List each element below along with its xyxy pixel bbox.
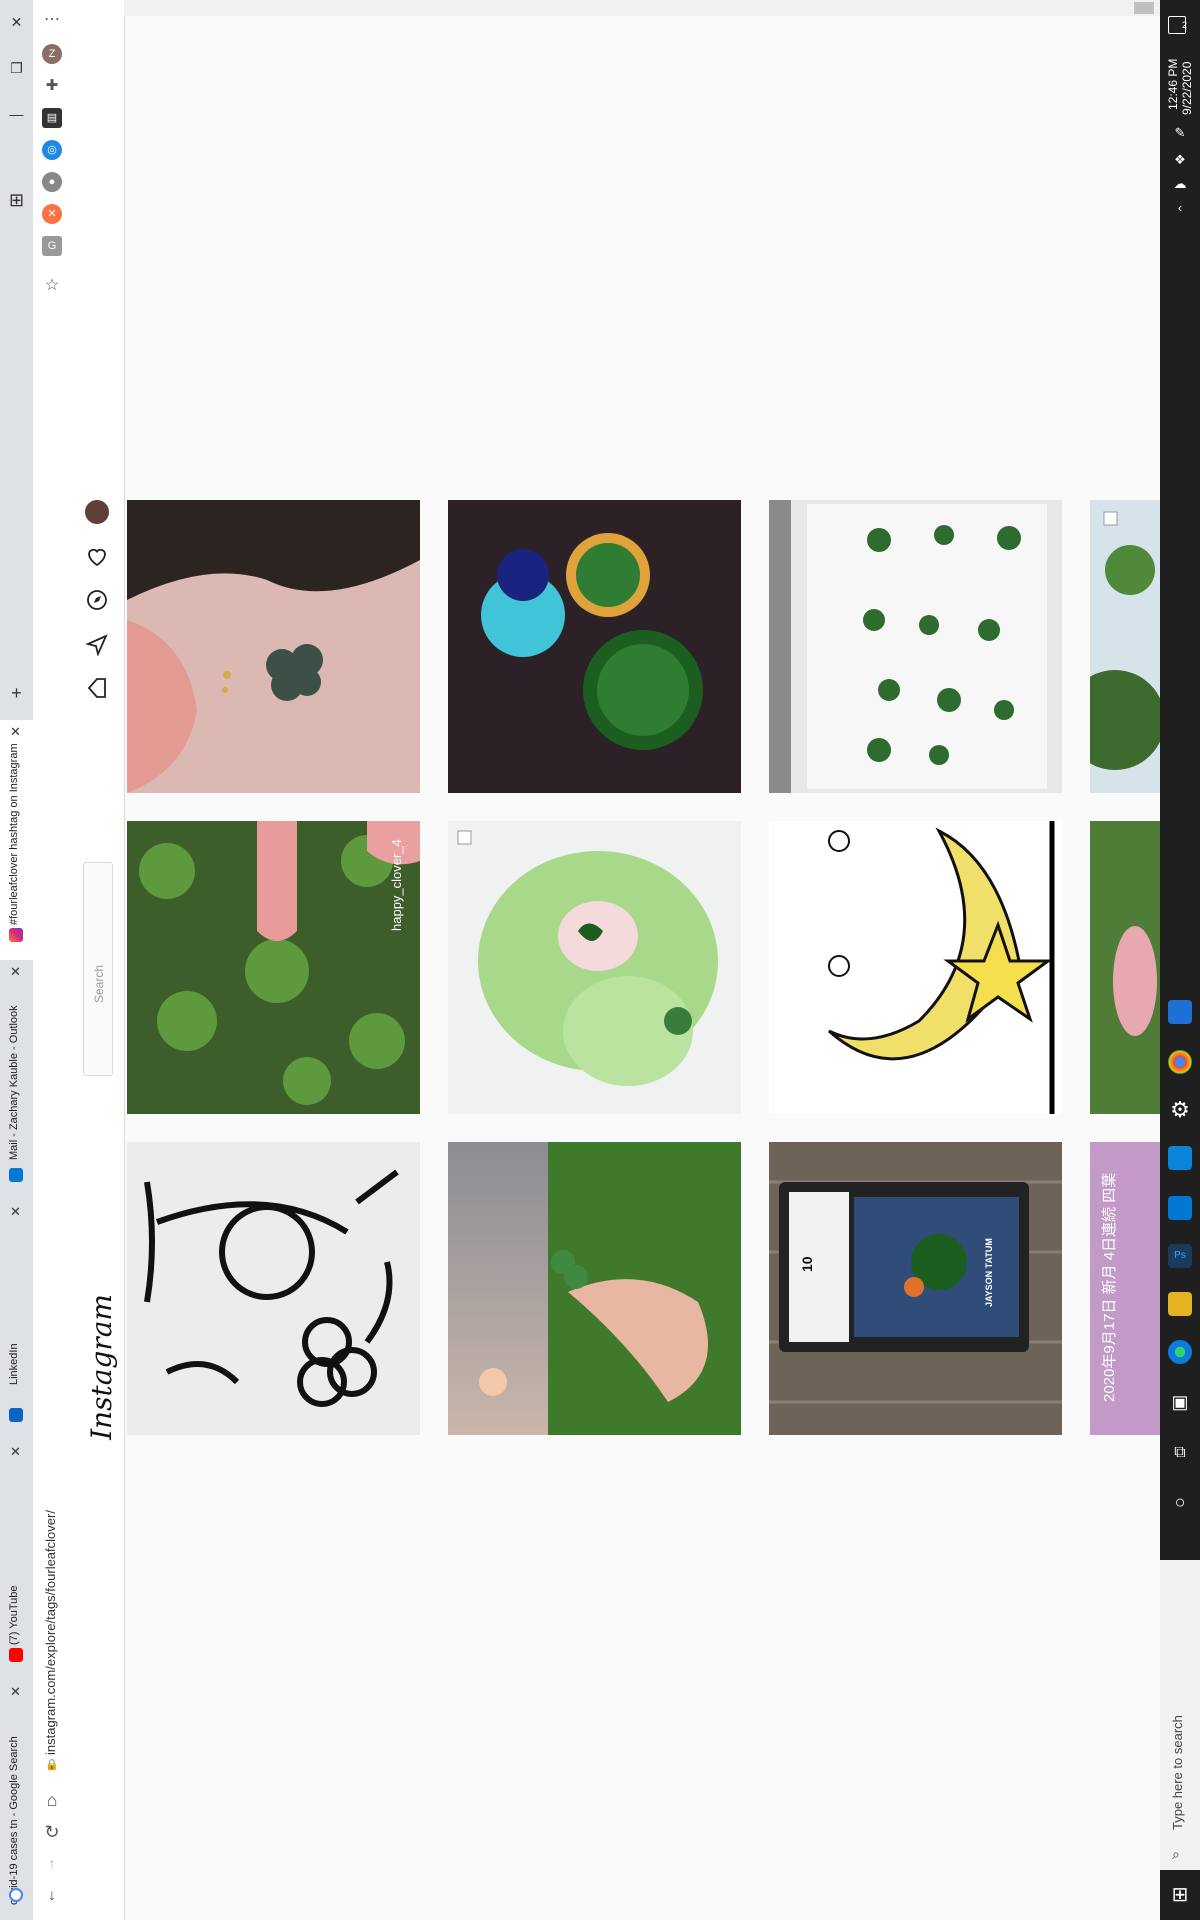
search-placeholder: Search xyxy=(92,964,106,1003)
extension-icon[interactable]: ▤ xyxy=(42,108,62,128)
close-icon[interactable]: ✕ xyxy=(10,1204,21,1220)
photoshop-icon[interactable]: Ps xyxy=(1168,1244,1192,1268)
browser-toolbar: ⋯ Z ✚ ▤ ◎ ● ✕ G ☆ instagram.com/explore/… xyxy=(33,0,72,1920)
google-favicon-icon xyxy=(9,1888,23,1902)
tab-youtube[interactable]: ✕ (7) YouTube xyxy=(0,1440,33,1680)
windows-taskbar: 2 12:46 PM 9/22/2020 ✎ ❖ ☁ ‹ ⚙ Ps ▣ ⧉ ○ … xyxy=(1160,0,1200,1920)
tab-label: LinkedIn xyxy=(8,1343,20,1385)
horizontal-scrollbar[interactable] xyxy=(124,0,1160,16)
start-windows-icon[interactable]: ⊞ xyxy=(1168,1882,1192,1906)
profile-avatar[interactable]: Z xyxy=(42,44,62,64)
address-bar[interactable]: instagram.com/explore/tags/fourleafclove… xyxy=(43,1510,58,1755)
back-icon[interactable]: ↓ xyxy=(42,1886,62,1906)
post-thumbnail[interactable] xyxy=(448,500,741,793)
post-thumbnail[interactable]: 2020年9月17日 新月 4日連続 四葉 xyxy=(1090,1142,1160,1435)
chrome-icon[interactable] xyxy=(1168,1050,1192,1074)
new-tab-button[interactable]: + xyxy=(0,683,33,704)
tab-label: covid-19 cases tn - Google Search xyxy=(8,1736,20,1905)
post-thumbnail[interactable] xyxy=(448,821,741,1114)
instagram-logo[interactable]: Instagram xyxy=(85,1294,118,1440)
post-thumbnail[interactable] xyxy=(769,821,1062,1114)
profile-avatar[interactable] xyxy=(85,500,109,524)
task-view-icon[interactable]: ⧉ xyxy=(1168,1444,1192,1468)
post-thumbnail[interactable]: happy_clover_4 xyxy=(127,821,420,1114)
tab-instagram[interactable]: ✕ #fourleafclover hashtag on Instagram xyxy=(0,720,33,960)
extension-icon[interactable]: ● xyxy=(42,172,62,192)
bookmark-star-icon[interactable]: ☆ xyxy=(42,276,62,296)
username-overlay: happy_clover_4 xyxy=(389,839,404,931)
close-icon[interactable]: ✕ xyxy=(10,964,21,980)
tab-google[interactable]: ✕ covid-19 cases tn - Google Search xyxy=(0,1680,33,1920)
cortana-icon[interactable]: ○ xyxy=(1168,1492,1192,1516)
tab-search-icon[interactable]: ⊞ xyxy=(0,190,33,211)
post-thumbnail[interactable] xyxy=(1090,500,1160,793)
post-thumbnail[interactable]: 10 JAYSON TATUM xyxy=(769,1142,1062,1435)
store-icon[interactable]: ▣ xyxy=(1168,1392,1192,1416)
search-input[interactable]: Search xyxy=(83,862,113,1076)
tab-linkedin[interactable]: ✕ LinkedIn xyxy=(0,1200,33,1440)
dropbox-icon[interactable]: ❖ xyxy=(1168,152,1192,176)
edge-icon[interactable] xyxy=(1168,1340,1192,1364)
extension-icon[interactable]: G xyxy=(42,236,62,256)
close-icon[interactable]: ✕ xyxy=(10,1444,21,1460)
file-explorer-icon[interactable] xyxy=(1168,1292,1192,1316)
pen-icon[interactable]: ✎ xyxy=(1168,125,1192,149)
card-grade: 10 xyxy=(799,1256,815,1272)
close-icon[interactable]: ✕ xyxy=(10,1684,21,1700)
notification-badge: 2 xyxy=(1182,20,1188,30)
close-window-button[interactable]: ✕ xyxy=(0,14,33,31)
lock-icon: 🔒 xyxy=(45,1759,59,1771)
outlook-favicon-icon xyxy=(9,1168,23,1182)
clock-time[interactable]: 12:46 PM xyxy=(1166,59,1180,110)
card-player: JAYSON TATUM xyxy=(984,1238,994,1307)
tab-label: #fourleafclover hashtag on Instagram xyxy=(8,743,20,925)
app-icon[interactable] xyxy=(1168,1000,1192,1024)
chevron-icon[interactable]: ‹ xyxy=(1168,200,1192,224)
extension-icon[interactable]: ◎ xyxy=(42,140,62,160)
cloud-icon[interactable]: ☁ xyxy=(1168,176,1192,200)
menu-icon[interactable]: ⋯ xyxy=(42,10,62,30)
scrollbar-thumb[interactable] xyxy=(1134,2,1154,14)
tab-strip: ✕ ❐ — ⊞ + ✕ #fourleafclover hashtag on I… xyxy=(0,0,33,1920)
restore-window-button[interactable]: ❐ xyxy=(0,60,33,77)
explore-compass-icon[interactable] xyxy=(85,588,109,612)
tab-label: Mail - Zachary Kauble - Outlook xyxy=(8,1005,20,1160)
youtube-favicon-icon xyxy=(9,1648,23,1662)
tab-outlook[interactable]: ✕ Mail - Zachary Kauble - Outlook xyxy=(0,960,33,1200)
tab-label: (7) YouTube xyxy=(8,1585,20,1645)
post-thumbnail[interactable] xyxy=(448,1142,741,1435)
instagram-nav: Search Instagram xyxy=(71,0,125,1920)
close-icon[interactable]: ✕ xyxy=(10,724,21,740)
app-icon[interactable] xyxy=(1168,1196,1192,1220)
instagram-favicon-icon xyxy=(9,928,23,942)
heart-icon[interactable] xyxy=(85,544,109,568)
taskbar-search-box[interactable]: Type here to search ⌕ xyxy=(1160,1560,1200,1870)
reload-icon[interactable]: ↻ xyxy=(42,1822,62,1842)
linkedin-favicon-icon xyxy=(9,1408,23,1422)
app-icon[interactable] xyxy=(1168,1146,1192,1170)
extension-icon[interactable]: ✕ xyxy=(42,204,62,224)
post-text: 2020年9月17日 新月 4日連続 四葉 xyxy=(1101,1172,1118,1402)
forward-icon[interactable]: ↑ xyxy=(42,1855,62,1875)
minimize-window-button[interactable]: — xyxy=(0,106,33,122)
search-icon: ⌕ xyxy=(1172,1846,1180,1862)
extensions-icon[interactable]: ✚ xyxy=(42,76,62,96)
home-icon[interactable]: ⌂ xyxy=(42,1790,62,1810)
post-thumbnail[interactable] xyxy=(1090,821,1160,1114)
search-placeholder: Type here to search xyxy=(1170,1715,1185,1830)
post-thumbnail[interactable] xyxy=(769,500,1062,793)
post-thumbnail[interactable] xyxy=(127,1142,420,1435)
post-thumbnail[interactable] xyxy=(127,500,420,793)
settings-gear-icon[interactable]: ⚙ xyxy=(1168,1098,1192,1122)
home-icon[interactable] xyxy=(85,676,109,700)
direct-message-icon[interactable] xyxy=(85,632,109,656)
clock-date[interactable]: 9/22/2020 xyxy=(1180,62,1194,115)
